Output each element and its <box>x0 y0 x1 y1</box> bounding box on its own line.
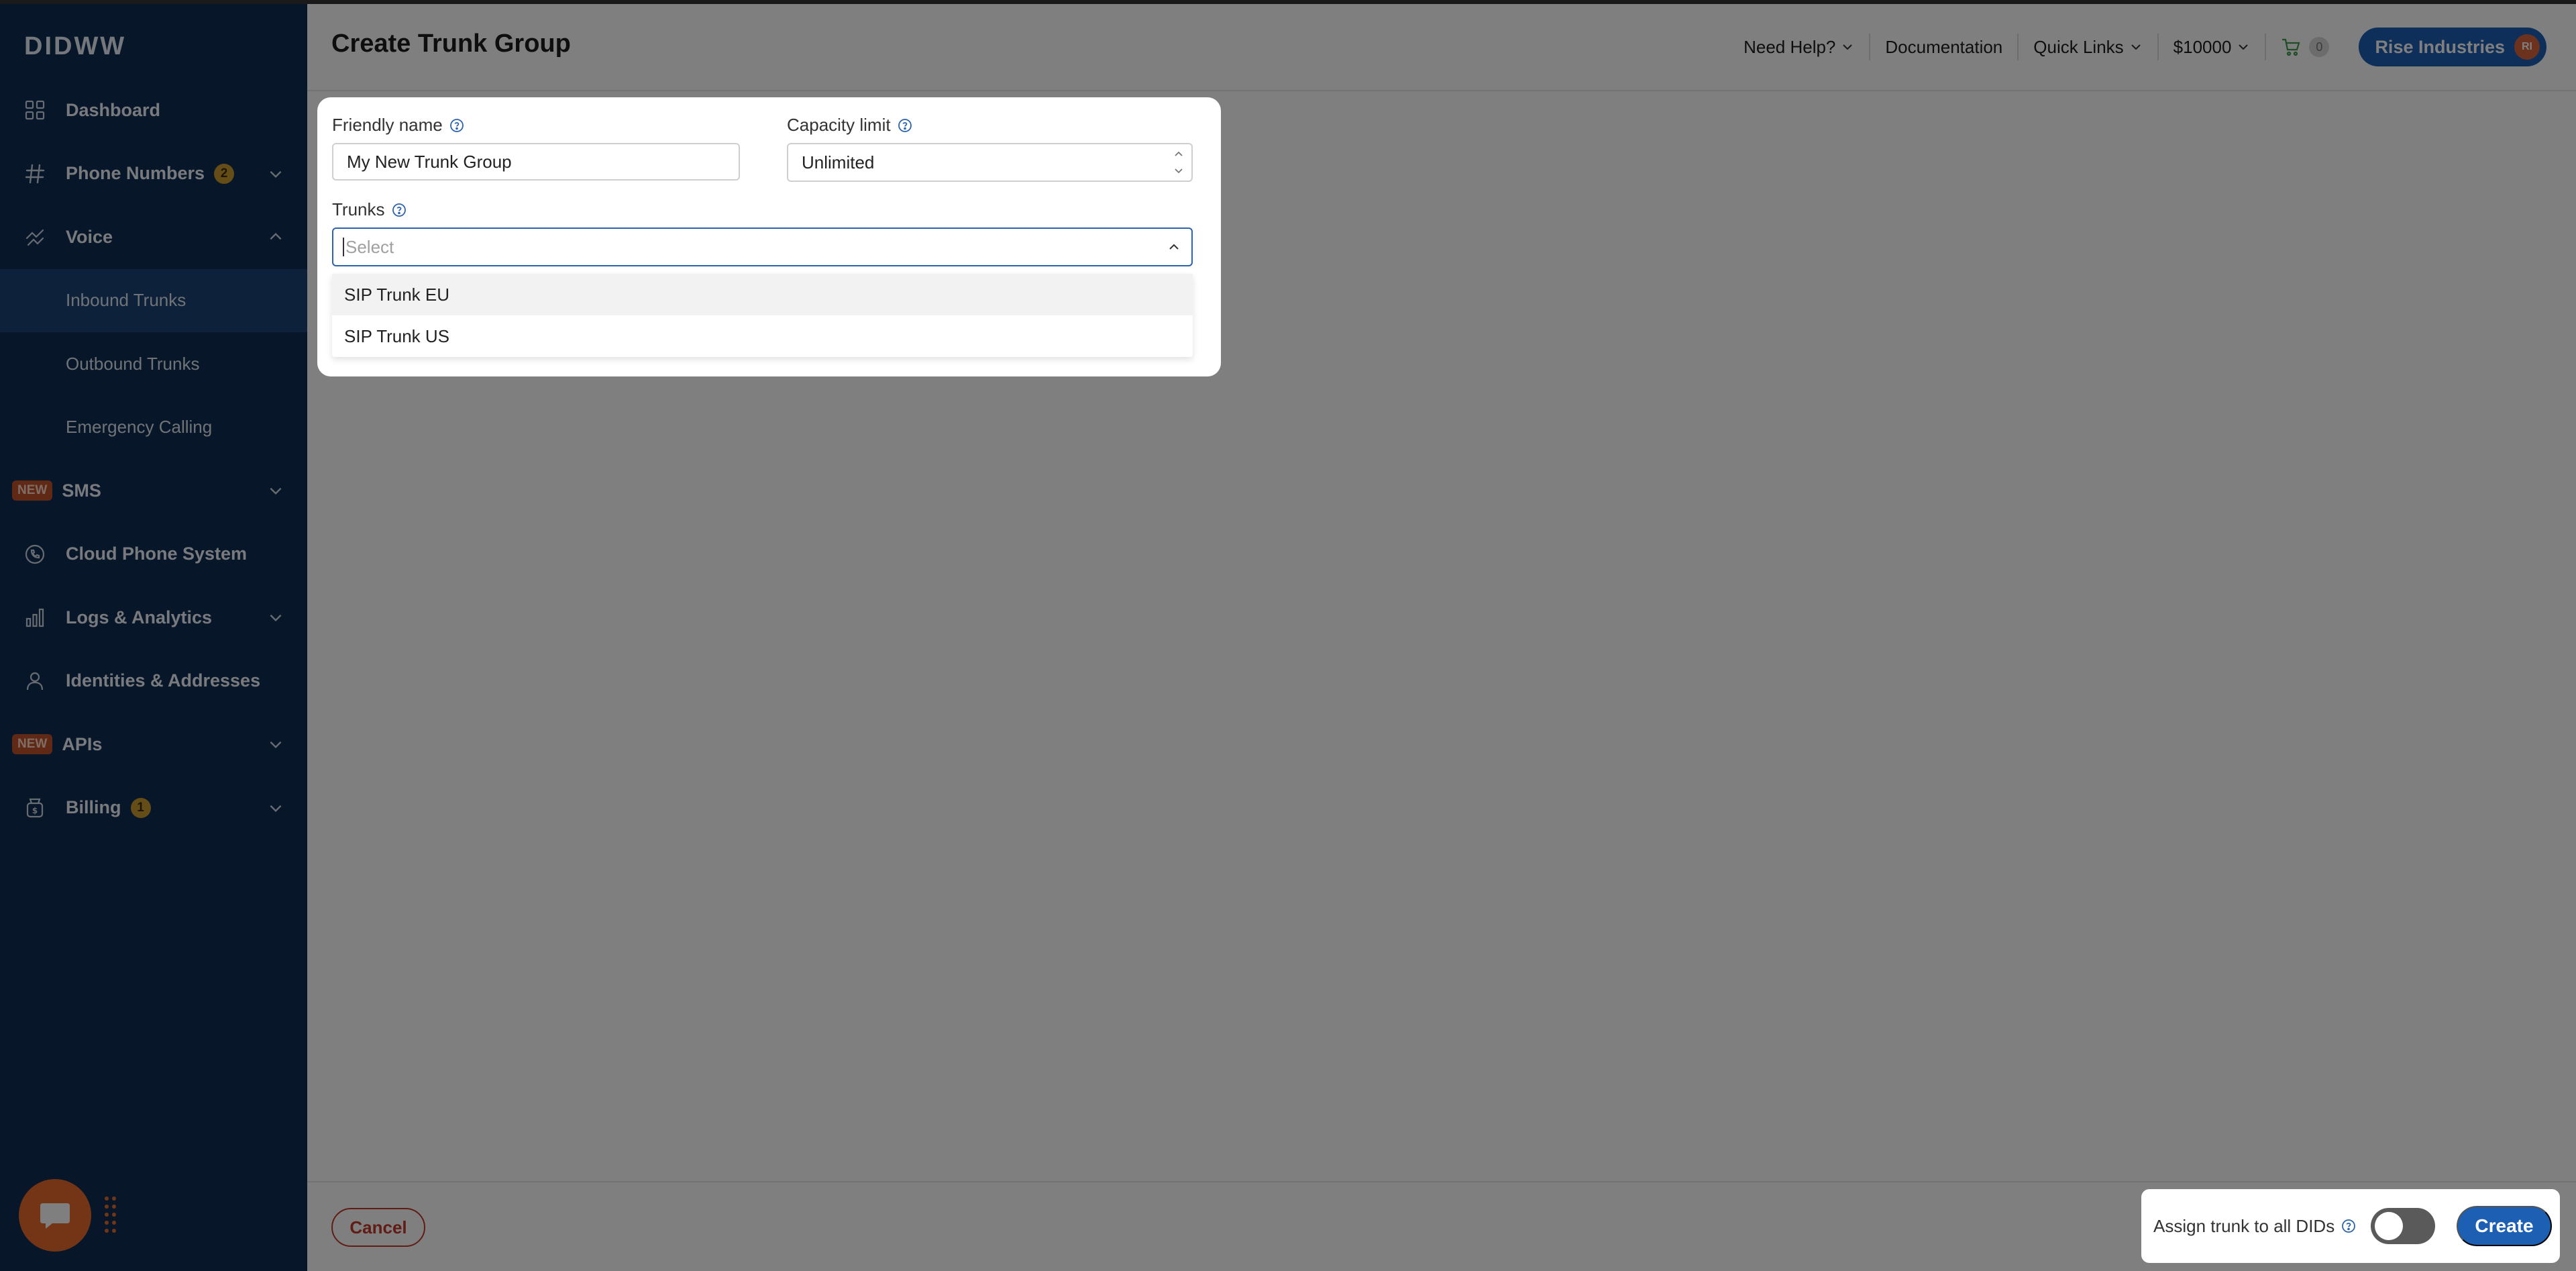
capacity-stepper[interactable] <box>1171 147 1187 178</box>
chevron-up-icon[interactable] <box>1166 239 1182 255</box>
capacity-limit-label: Capacity limit <box>787 115 912 136</box>
trunks-label-text: Trunks <box>332 199 385 219</box>
trunks-label: Trunks <box>332 199 407 220</box>
stepper-up-icon[interactable] <box>1171 147 1186 160</box>
trunk-option-sip-eu[interactable]: SIP Trunk EU <box>332 274 1193 315</box>
trunks-select[interactable]: Select <box>332 227 1193 266</box>
trunk-option-sip-us[interactable]: SIP Trunk US <box>332 315 1193 357</box>
friendly-name-input[interactable] <box>332 143 740 181</box>
trunks-placeholder: Select <box>345 236 394 257</box>
text-cursor <box>343 238 344 256</box>
help-icon[interactable] <box>449 118 464 133</box>
friendly-name-label-text: Friendly name <box>332 115 443 135</box>
create-trunk-group-modal: Friendly name Capacity limit Unlimited T… <box>317 97 1221 376</box>
assign-trunk-label: Assign trunk to all DIDs <box>2153 1216 2356 1237</box>
toggle-knob <box>2375 1212 2404 1240</box>
capacity-limit-label-text: Capacity limit <box>787 115 891 135</box>
create-button[interactable]: Create <box>2457 1206 2552 1246</box>
stepper-down-icon[interactable] <box>1171 164 1186 178</box>
trunks-dropdown: SIP Trunk EU SIP Trunk US <box>332 274 1193 357</box>
assign-trunk-toggle[interactable] <box>2371 1208 2436 1244</box>
help-icon[interactable] <box>898 118 912 133</box>
friendly-name-label: Friendly name <box>332 115 464 136</box>
capacity-limit-input[interactable]: Unlimited <box>787 143 1193 182</box>
capacity-limit-value: Unlimited <box>802 152 875 172</box>
help-icon[interactable] <box>2341 1219 2356 1233</box>
assign-trunk-label-text: Assign trunk to all DIDs <box>2153 1215 2335 1236</box>
assign-panel: Assign trunk to all DIDs Create <box>2141 1189 2560 1263</box>
window-top-edge <box>0 0 2576 4</box>
help-icon[interactable] <box>392 203 407 217</box>
